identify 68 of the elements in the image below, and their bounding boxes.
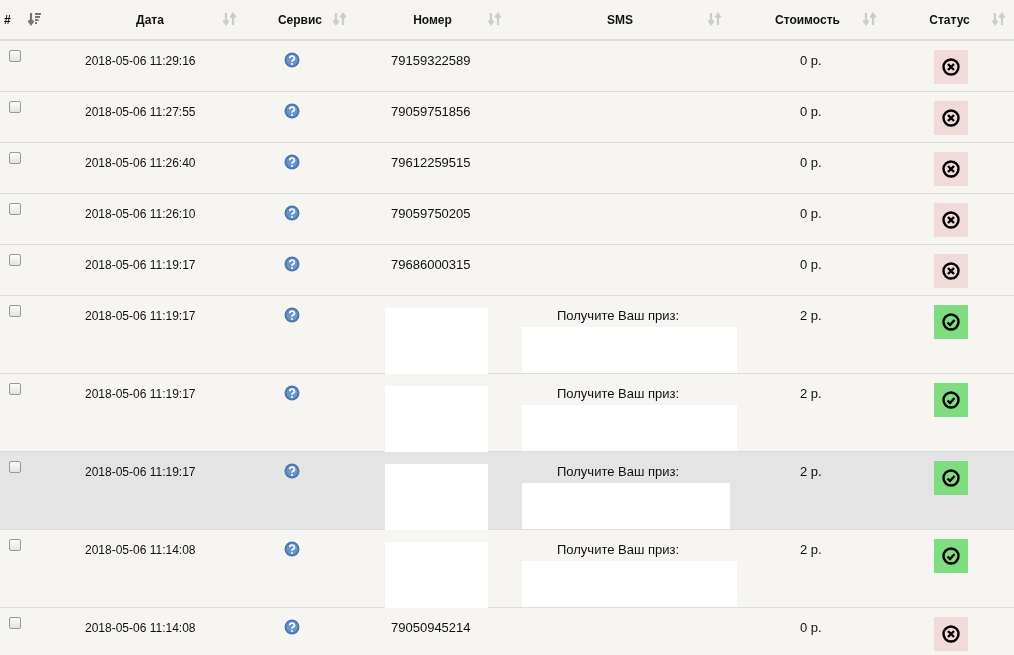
- phone-number-cell: 79059750205: [391, 206, 471, 221]
- cross-status-icon: [934, 152, 968, 186]
- row-checkbox[interactable]: [9, 305, 21, 317]
- cost-cell: 0 р.: [800, 53, 822, 68]
- question-icon: [284, 307, 300, 323]
- cross-status-icon: [934, 254, 968, 288]
- question-icon: [284, 52, 300, 68]
- question-icon: [284, 103, 300, 119]
- phone-number-cell: 79050945214: [391, 620, 471, 635]
- phone-number-cell: 79612259515: [391, 155, 471, 170]
- cost-cell: 2 р.: [800, 464, 822, 479]
- column-header[interactable]: SMS: [607, 12, 633, 27]
- column-header[interactable]: Дата: [136, 12, 164, 27]
- row-checkbox[interactable]: [9, 152, 21, 164]
- row-checkbox[interactable]: [9, 539, 21, 551]
- cost-cell: 2 р.: [800, 542, 822, 557]
- cost-cell: 0 р.: [800, 104, 822, 119]
- date-cell: 2018-05-06 11:19:17: [85, 387, 196, 401]
- row-checkbox[interactable]: [9, 50, 21, 62]
- cross-status-icon: [934, 203, 968, 237]
- question-icon: [284, 619, 300, 635]
- column-header[interactable]: Статус: [929, 12, 970, 27]
- date-cell: 2018-05-06 11:29:16: [85, 54, 196, 68]
- sms-text-cell: Получите Ваш приз:: [557, 308, 680, 323]
- row-checkbox[interactable]: [9, 383, 21, 395]
- question-icon: [284, 205, 300, 221]
- date-cell: 2018-05-06 11:19:17: [85, 465, 196, 479]
- date-cell: 2018-05-06 11:26:40: [85, 156, 196, 170]
- column-header[interactable]: Сервис: [277, 12, 323, 27]
- check-status-icon: [934, 461, 968, 495]
- check-status-icon: [934, 539, 968, 573]
- cost-cell: 0 р.: [800, 620, 822, 635]
- date-cell: 2018-05-06 11:26:10: [85, 207, 196, 221]
- cost-cell: 2 р.: [800, 386, 822, 401]
- question-icon: [284, 541, 300, 557]
- phone-number-cell: 79159322589: [391, 53, 471, 68]
- cross-status-icon: [934, 101, 968, 135]
- check-status-icon: [934, 305, 968, 339]
- question-icon: [284, 385, 300, 401]
- date-cell: 2018-05-06 11:27:55: [85, 105, 196, 119]
- cost-cell: 0 р.: [800, 257, 822, 272]
- date-cell: 2018-05-06 11:19:17: [85, 309, 196, 323]
- question-icon: [284, 463, 300, 479]
- sms-text-cell: Получите Ваш приз:: [557, 386, 680, 401]
- row-checkbox[interactable]: [9, 101, 21, 113]
- column-header[interactable]: Стоимость: [775, 12, 840, 27]
- sms-text-cell: Получите Ваш приз:: [557, 542, 680, 557]
- question-icon: [284, 256, 300, 272]
- column-header[interactable]: #: [4, 12, 11, 27]
- cross-status-icon: [934, 50, 968, 84]
- column-header[interactable]: Номер: [413, 12, 452, 27]
- row-checkbox[interactable]: [9, 461, 21, 473]
- cost-cell: 2 р.: [800, 308, 822, 323]
- phone-number-cell: 79059751856: [391, 104, 471, 119]
- phone-number-cell: 79686000315: [391, 257, 471, 272]
- question-icon: [284, 154, 300, 170]
- cross-status-icon: [934, 617, 968, 651]
- row-checkbox[interactable]: [9, 617, 21, 629]
- row-checkbox[interactable]: [9, 203, 21, 215]
- sort-icon[interactable]: [28, 12, 42, 26]
- cost-cell: 0 р.: [800, 155, 822, 170]
- date-cell: 2018-05-06 11:14:08: [85, 621, 196, 635]
- cost-cell: 0 р.: [800, 206, 822, 221]
- check-status-icon: [934, 383, 968, 417]
- date-cell: 2018-05-06 11:14:08: [85, 543, 196, 557]
- sms-text-cell: Получите Ваш приз:: [557, 464, 680, 479]
- row-checkbox[interactable]: [9, 254, 21, 266]
- date-cell: 2018-05-06 11:19:17: [85, 258, 196, 272]
